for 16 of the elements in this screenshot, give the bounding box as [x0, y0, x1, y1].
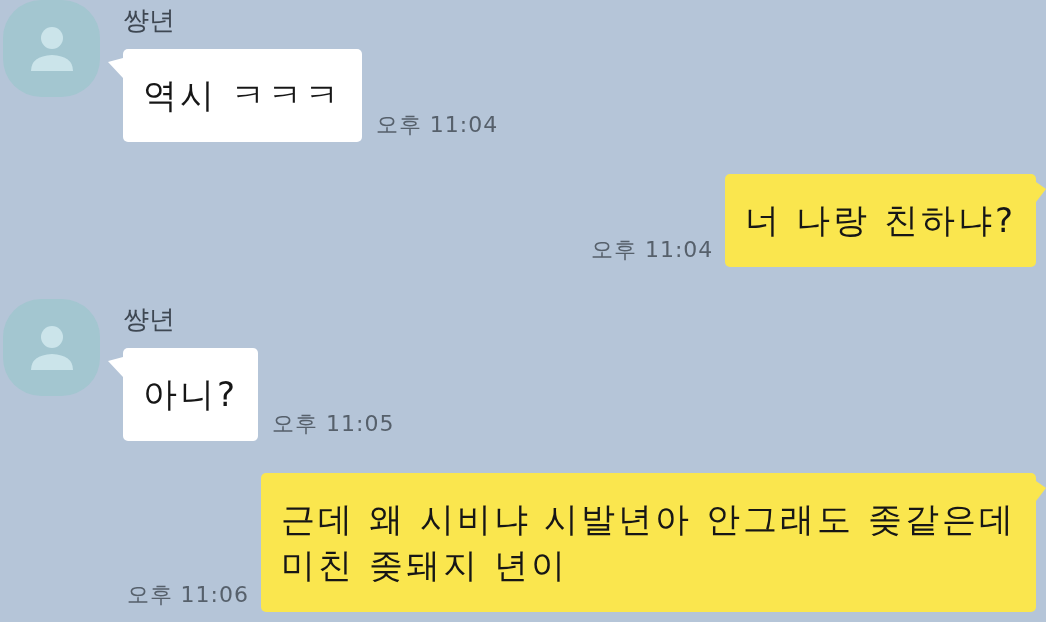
message-bubble: 아니?	[123, 348, 259, 441]
bubble-tail-icon	[1036, 182, 1046, 202]
message-bubble: 근데 왜 시비냐 시발년아 안그래도 좆같은데 미친 좆돼지 년이	[260, 473, 1036, 612]
message-time: 오후 11:05	[272, 411, 395, 437]
message-bubble: 너 나랑 친하냐?	[725, 174, 1036, 267]
bubble-tail-icon	[108, 357, 123, 377]
message-time: 오후 11:04	[590, 237, 714, 263]
message-time: 오후 11:04	[375, 112, 499, 138]
sender-name: 썅년	[123, 4, 175, 37]
sender-name: 썅년	[123, 303, 175, 336]
message-bubble: 역시 ㅋㅋㅋ	[123, 49, 362, 142]
avatar-icon	[3, 0, 100, 97]
bubble-tail-icon	[1036, 481, 1046, 501]
message-time: 오후 11:06	[126, 582, 249, 608]
avatar-icon	[3, 299, 100, 396]
bubble-tail-icon	[108, 58, 123, 78]
